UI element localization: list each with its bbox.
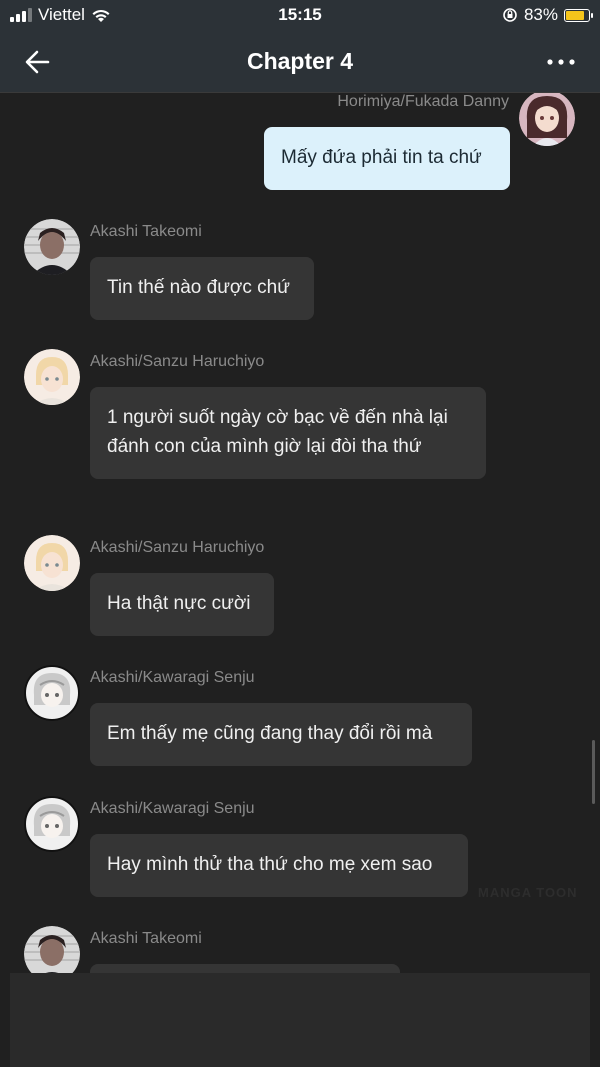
avatar-image xyxy=(24,535,80,591)
orientation-lock-icon xyxy=(503,8,517,22)
avatar-image xyxy=(24,926,80,973)
message-bubble[interactable]: Tin thế nào được chứ xyxy=(90,257,314,320)
avatar[interactable] xyxy=(24,349,80,405)
chat-area[interactable]: Horimiya/Fukada Danny Mấy đứa phải tin t… xyxy=(0,93,600,973)
sender-name: Akashi/Kawaragi Senju xyxy=(90,669,255,686)
sender-name: Akashi Takeomi xyxy=(90,930,202,947)
avatar-image xyxy=(24,665,80,721)
message-bubble[interactable] xyxy=(90,964,400,973)
message-bubble[interactable]: 1 người suốt ngày cờ bạc về đến nhà lại … xyxy=(90,387,486,479)
avatar-image xyxy=(24,349,80,405)
more-dots-icon[interactable] xyxy=(544,48,578,76)
sender-name: Akashi/Kawaragi Senju xyxy=(90,800,255,817)
bottom-panel xyxy=(0,973,600,1067)
avatar[interactable] xyxy=(24,665,80,721)
nav-bar: Chapter 4 xyxy=(0,34,600,93)
sender-name: Akashi/Sanzu Haruchiyo xyxy=(90,353,265,370)
sender-name: Akashi/Sanzu Haruchiyo xyxy=(90,539,265,556)
message-bubble[interactable]: Mấy đứa phải tin ta chứ xyxy=(264,127,510,190)
message-bubble[interactable]: Ha thật nực cười xyxy=(90,573,274,636)
battery-icon xyxy=(564,8,593,22)
avatar[interactable] xyxy=(24,926,80,973)
avatar[interactable] xyxy=(24,535,80,591)
avatar[interactable] xyxy=(519,93,575,146)
status-bar: Viettel 15:15 83% xyxy=(0,0,600,34)
page-title: Chapter 4 xyxy=(246,48,354,74)
avatar[interactable] xyxy=(24,219,80,275)
sender-name: Horimiya/Fukada Danny xyxy=(337,93,509,110)
avatar[interactable] xyxy=(24,796,80,852)
bottom-input-box[interactable] xyxy=(10,973,590,1067)
message-bubble[interactable]: Hay mình thử tha thứ cho mẹ xem sao xyxy=(90,834,468,897)
watermark: MANGA TOON xyxy=(478,885,578,900)
status-right: 83% xyxy=(502,5,593,25)
scrollbar[interactable] xyxy=(592,740,595,804)
sender-name: Akashi Takeomi xyxy=(90,223,202,240)
avatar-image xyxy=(24,219,80,275)
avatar-image xyxy=(24,796,80,852)
message-bubble[interactable]: Em thấy mẹ cũng đang thay đổi rồi mà xyxy=(90,703,472,766)
battery-percent: 83% xyxy=(523,5,558,24)
avatar-image xyxy=(519,93,575,146)
